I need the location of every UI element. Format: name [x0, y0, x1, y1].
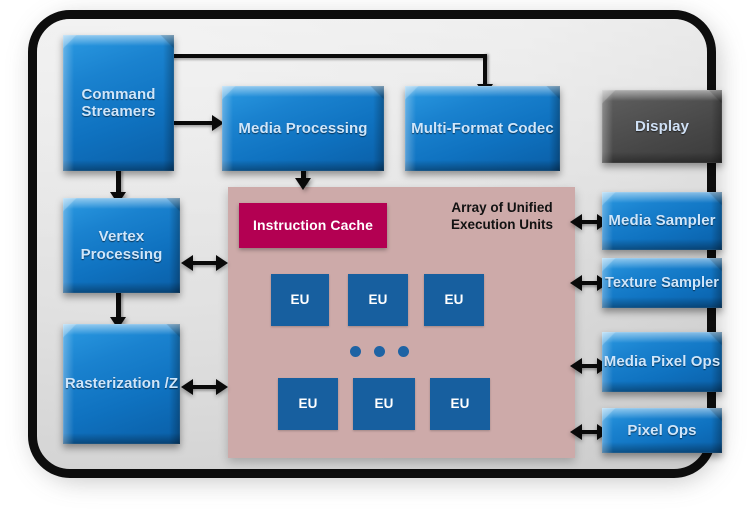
block-eu-5-label: EU: [374, 396, 394, 412]
block-command-streamers-label: Command Streamers: [81, 85, 156, 120]
connector-cs-to-codec-horizontal: [160, 54, 487, 58]
array-caption-line-2: Execution Units: [450, 216, 553, 232]
block-pixel-ops-label: Pixel Ops: [627, 421, 697, 439]
block-instruction-cache[interactable]: Instruction Cache: [239, 203, 387, 248]
diagram-canvas: Array of Unified Execution Units Instruc…: [0, 0, 753, 513]
block-eu-1[interactable]: EU: [271, 274, 329, 326]
eu-ellipsis-dots: [350, 346, 409, 357]
block-eu-2-label: EU: [368, 292, 388, 308]
connector-media-to-array-arrowhead: [295, 178, 311, 190]
block-texture-sampler-label: Texture Sampler: [604, 274, 720, 291]
block-media-pixel-ops-label: Media Pixel Ops: [603, 353, 721, 371]
block-eu-6-label: EU: [450, 396, 470, 412]
block-rasterization-z[interactable]: Rasterization /Z: [63, 324, 180, 444]
connector-raster-array-arrowhead-right: [216, 379, 228, 395]
connector-vertex-array-arrowhead-right: [216, 255, 228, 271]
block-media-processing[interactable]: Media Processing: [222, 86, 384, 171]
block-eu-4[interactable]: EU: [278, 378, 338, 430]
block-media-pixel-ops[interactable]: Media Pixel Ops: [602, 332, 722, 392]
block-eu-3-label: EU: [444, 292, 464, 308]
block-eu-4-label: EU: [298, 396, 318, 412]
connector-cs-to-media-processing: [174, 121, 214, 125]
eu-dot-3: [398, 346, 409, 357]
eu-dot-2: [374, 346, 385, 357]
block-instruction-cache-label: Instruction Cache: [253, 217, 373, 234]
eu-dot-1: [350, 346, 361, 357]
block-texture-sampler[interactable]: Texture Sampler: [602, 258, 722, 308]
array-caption: Array of Unified Execution Units: [414, 200, 590, 234]
block-eu-6[interactable]: EU: [430, 378, 490, 430]
array-caption-line-1: Array of Unified: [451, 200, 553, 215]
block-multi-format-codec-label: Multi-Format Codec: [411, 119, 554, 137]
connector-cs-to-codec-vertical: [483, 54, 487, 87]
block-media-sampler-label: Media Sampler: [608, 212, 716, 230]
block-pixel-ops[interactable]: Pixel Ops: [602, 408, 722, 453]
block-eu-1-label: EU: [290, 292, 310, 308]
block-vertex-processing-label: Vertex Processing: [80, 228, 163, 263]
block-command-streamers[interactable]: Command Streamers: [63, 35, 174, 171]
block-display[interactable]: Display: [602, 90, 722, 163]
block-vertex-processing[interactable]: Vertex Processing: [63, 198, 180, 293]
block-display-label: Display: [634, 117, 690, 135]
block-eu-5[interactable]: EU: [353, 378, 415, 430]
block-media-sampler[interactable]: Media Sampler: [602, 192, 722, 250]
block-eu-2[interactable]: EU: [348, 274, 408, 326]
block-media-processing-label: Media Processing: [238, 119, 368, 137]
block-multi-format-codec[interactable]: Multi-Format Codec: [405, 86, 560, 171]
block-eu-3[interactable]: EU: [424, 274, 484, 326]
block-rasterization-z-label: Rasterization /Z: [64, 375, 179, 393]
